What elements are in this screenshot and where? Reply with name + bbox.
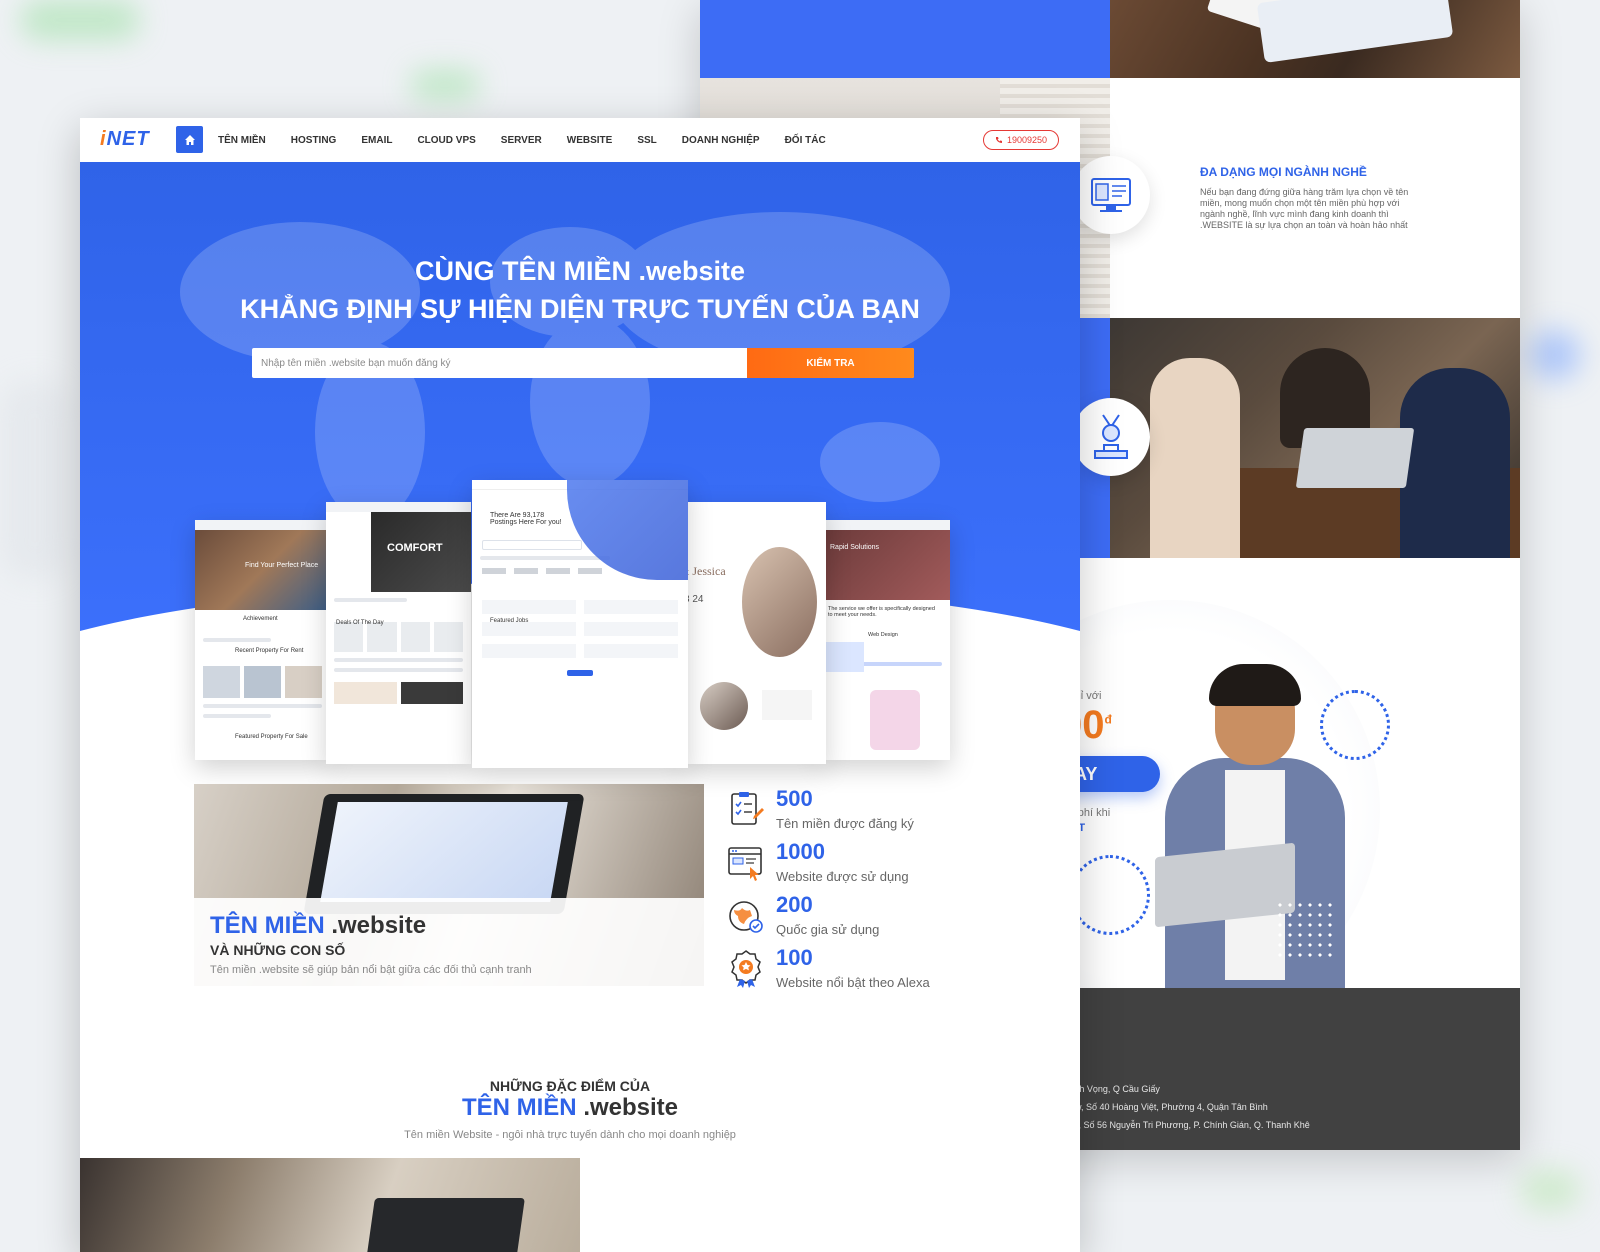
stat-label: Tên miền được đăng ký	[776, 816, 914, 831]
background-blur	[20, 0, 140, 40]
team-photo	[1110, 318, 1520, 558]
nav-item-doi-tac[interactable]: ĐỐI TÁC	[785, 135, 826, 146]
hero-section: CÙNG TÊN MIỀN .website KHẲNG ĐỊNH SỰ HIỆ…	[80, 162, 1080, 882]
globe-icon	[729, 901, 763, 933]
checklist-icon	[731, 792, 764, 825]
nav-item-website[interactable]: WEBSITE	[567, 135, 613, 146]
stat-label: Website nổi bật theo Alexa	[776, 975, 930, 990]
feature-text: Nếu bạn đang đứng giữa hàng trăm lựa chọ…	[1200, 187, 1409, 230]
browser-click-icon	[728, 847, 762, 881]
hero-subtitle: KHẲNG ĐỊNH SỰ HIỆN DIỆN TRỰC TUYẾN CỦA B…	[240, 294, 920, 324]
domain-search-form: KIỂM TRA	[252, 348, 914, 378]
features-title-dark: .website	[583, 1094, 679, 1121]
blue-panel	[700, 0, 1110, 78]
mock-section-title: Featured Jobs	[490, 618, 529, 624]
mock-subtitle: The service we offer is specifically des…	[828, 606, 935, 618]
mock-names: & Jessica	[682, 564, 726, 578]
stat-item: 100 Website nổi bật theo Alexa	[726, 945, 966, 999]
stat-number: 1000	[776, 839, 825, 864]
background-blur	[1530, 330, 1580, 380]
nav-item-doanh-nghiep[interactable]: DOANH NGHIỆP	[682, 135, 760, 146]
mock-heading: Find Your Perfect Place	[245, 562, 319, 569]
features-description: Tên miền Website - ngôi nhà trực tuyến d…	[404, 1129, 736, 1141]
nav-item-cloud-vps[interactable]: CLOUD VPS	[417, 135, 475, 146]
mock-section-title: Recent Property For Rent	[235, 648, 304, 654]
mock-section-title: Deals Of The Day	[336, 620, 384, 626]
home-icon	[184, 134, 195, 145]
feature-title: ĐA DẠNG MỌI NGÀNH NGHỀ	[1200, 165, 1367, 179]
stats-subtitle: VÀ NHỮNG CON SỐ	[210, 942, 346, 958]
stat-item: 500 Tên miền được đăng ký	[726, 786, 966, 840]
nav-item-ssl[interactable]: SSL	[637, 135, 656, 146]
stat-number: 100	[776, 945, 813, 970]
features-photo	[80, 1158, 580, 1252]
hero-title: CÙNG TÊN MIỀN .website	[414, 256, 746, 286]
medal-icon	[1072, 398, 1150, 476]
laptop-photo: TÊN MIỀN .website VÀ NHỮNG CON SỐ Tên mi…	[194, 784, 704, 986]
stats-description: Tên miền .website sẽ giúp bản nổi bật gi…	[210, 964, 532, 976]
check-domain-button[interactable]: KIỂM TRA	[747, 348, 914, 378]
nav-item-hosting[interactable]: HOSTING	[291, 135, 337, 146]
decorative-ring	[1070, 855, 1150, 935]
desk-photo	[1110, 0, 1520, 78]
stat-number: 500	[776, 786, 813, 811]
stat-label: Website được sử dụng	[776, 869, 909, 884]
mock-promo: COMFORT	[387, 542, 443, 554]
template-preview-services[interactable]: Rapid Solutions The service we offer is …	[820, 520, 950, 760]
stats-title: TÊN MIỀN .website	[210, 912, 426, 940]
mock-heading: There Are 93,178 Postings Here For you!	[490, 512, 562, 526]
template-preview-shop[interactable]: COMFORT Deals Of The Day	[326, 502, 471, 764]
stat-item: 200 Quốc gia sử dụng	[726, 892, 966, 946]
mock-section-title: Featured Property For Sale	[235, 734, 308, 740]
stat-number: 200	[776, 892, 813, 917]
mock-section-title: Achievement	[243, 616, 278, 622]
inet-logo[interactable]: iNET	[100, 128, 150, 151]
promo-currency: đ	[1104, 712, 1112, 727]
stat-label: Quốc gia sử dụng	[776, 922, 880, 937]
background-blur	[1520, 1170, 1580, 1210]
mock-item: Web Design	[868, 632, 898, 638]
template-preview-wedding[interactable]: & Jessica 3 24	[682, 502, 826, 764]
features-pretitle: NHỮNG ĐẶC ĐIỂM CỦA	[489, 1078, 651, 1094]
award-badge-icon	[731, 950, 761, 988]
stats-title-blue: TÊN MIỀN	[210, 912, 325, 939]
features-title: TÊN MIỀN .website	[80, 1094, 1060, 1122]
footer-address: Arrow, Số 40 Hoàng Việt, Phường 4, Quận …	[1058, 1102, 1268, 1112]
mock-heading: Rapid Solutions	[830, 544, 880, 551]
footer-address: OME, Số 56 Nguyễn Tri Phương, P. Chính G…	[1058, 1120, 1310, 1130]
dot-grid	[1275, 900, 1335, 960]
stat-item: 1000 Website được sử dụng	[726, 839, 966, 893]
template-preview-real-estate[interactable]: Find Your Perfect Place Achievement Rece…	[195, 520, 330, 760]
industry-icon	[1072, 156, 1150, 234]
main-menu: TÊN MIỀN HOSTING EMAIL CLOUD VPS SERVER …	[218, 118, 851, 162]
phone-icon	[995, 137, 1002, 143]
features-title-blue: TÊN MIỀN	[461, 1094, 577, 1121]
hotline-number: 19009250	[1006, 135, 1048, 145]
home-button[interactable]	[176, 126, 203, 153]
nav-item-email[interactable]: EMAIL	[361, 135, 392, 146]
nav-item-ten-mien[interactable]: TÊN MIỀN	[218, 135, 266, 146]
nav-item-server[interactable]: SERVER	[501, 135, 542, 146]
hotline-button[interactable]: 19009250	[983, 130, 1059, 150]
top-navbar: iNET TÊN MIỀN HOSTING EMAIL CLOUD VPS SE…	[80, 118, 1080, 162]
stats-title-dark: .website	[331, 912, 427, 939]
background-blur	[0, 380, 70, 580]
domain-search-input[interactable]	[252, 348, 747, 378]
background-blur	[410, 70, 480, 100]
front-page-mockup: iNET TÊN MIỀN HOSTING EMAIL CLOUD VPS SE…	[80, 118, 1080, 1252]
template-preview-jobs[interactable]: There Are 93,178 Postings Here For you! …	[472, 480, 688, 768]
